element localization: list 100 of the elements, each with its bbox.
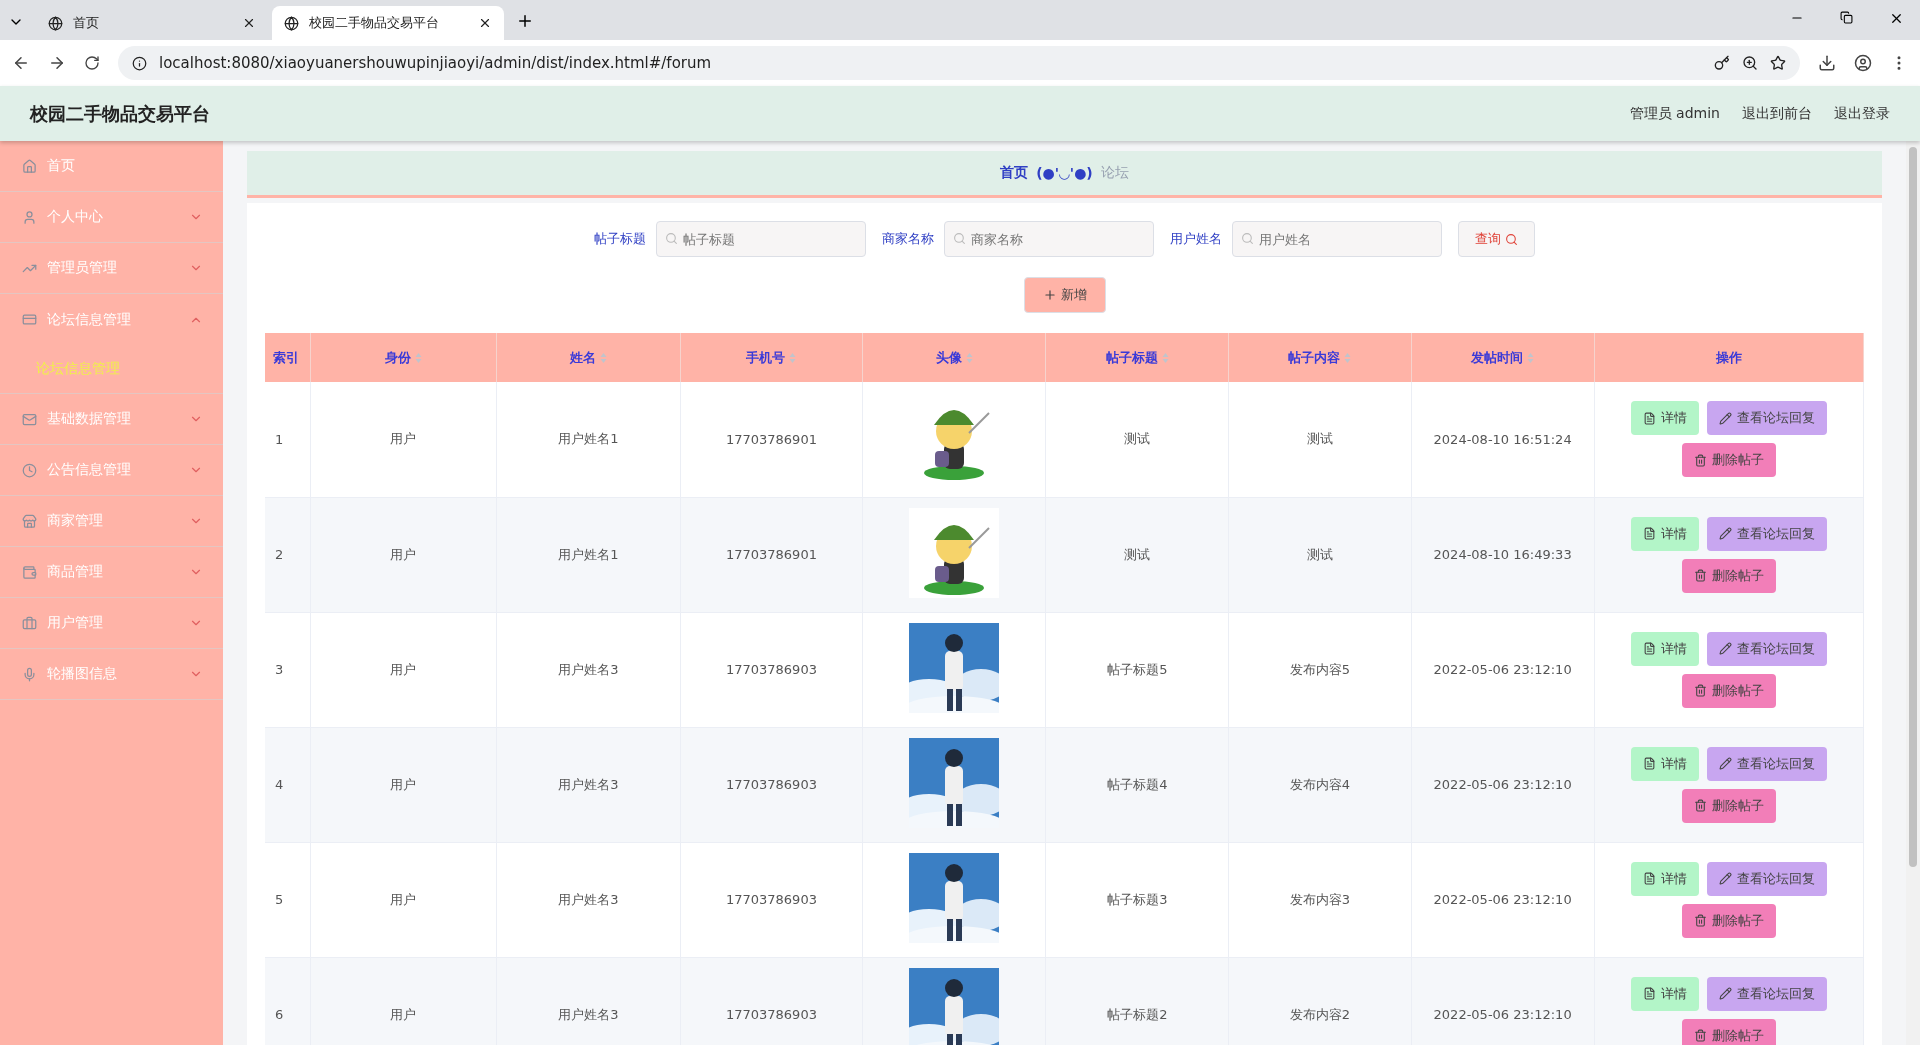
pencil-icon [1718,872,1732,885]
action-button[interactable]: 删除帖子 [1681,558,1776,593]
action-button[interactable]: 查看论坛回复 [1706,516,1827,551]
action-button[interactable]: 删除帖子 [1681,788,1776,823]
table-cell: 用户 [390,661,417,677]
forward-icon[interactable] [48,54,66,72]
mail-icon [22,411,37,427]
browser-tab[interactable]: 首页 [36,6,268,40]
document-icon [1642,987,1656,1000]
microphone-icon [22,666,37,682]
scrollbar[interactable] [1909,147,1917,867]
table-cell: 用户姓名3 [558,891,619,907]
action-button[interactable]: 查看论坛回复 [1706,631,1827,666]
pencil-icon [1718,411,1732,425]
action-button[interactable]: 查看论坛回复 [1706,861,1827,896]
restore-icon[interactable] [1840,11,1853,24]
action-button[interactable]: 查看论坛回复 [1706,976,1827,1011]
globe-icon [284,15,299,31]
breadcrumb-current: 论坛 [1100,164,1129,182]
field-label: 用户姓名 [1170,230,1222,248]
pencil-icon [1718,987,1732,1000]
column-header: 索引 [265,333,311,382]
table-cell: 用户姓名1 [558,546,619,562]
table-cell: 发布内容2 [1289,1006,1351,1022]
action-button[interactable]: 删除帖子 [1681,903,1776,938]
table-cell: 用户姓名3 [558,776,619,792]
download-icon[interactable] [1818,54,1836,72]
table-cell: 用户 [390,431,417,447]
table-cell: 17703786901 [725,431,817,447]
add-button[interactable]: 新增 [1023,277,1106,313]
action-button[interactable]: 详情 [1630,861,1699,896]
table-cell: 5 [275,892,284,907]
table-cell: 用户 [390,891,417,907]
trash-icon [1693,684,1707,697]
document-icon [1642,642,1656,655]
field-label: 帖子标题 [594,230,646,248]
breadcrumb-link[interactable]: 首页 [1000,164,1029,182]
action-button[interactable]: 详情 [1630,516,1699,551]
table-cell: 发布内容4 [1289,776,1351,792]
key-icon[interactable] [1714,55,1730,71]
zoom-icon[interactable] [1742,55,1758,71]
table-cell: 17703786903 [725,892,817,907]
search-field[interactable]: 帖子标题 [656,221,866,257]
action-button[interactable]: 删除帖子 [1681,1018,1776,1045]
close-icon[interactable] [1889,11,1904,26]
header-link[interactable]: 退出到前台 [1742,104,1812,123]
store-icon [22,513,37,529]
action-button[interactable]: 删除帖子 [1681,443,1776,478]
reload-icon[interactable] [84,55,100,71]
globe-icon [48,15,63,31]
star-icon[interactable] [1770,55,1786,71]
table-cell: 2022-05-06 23:12:10 [1433,1007,1572,1022]
table-cell: 测试 [1306,546,1333,562]
column-header[interactable]: 姓名 [496,333,681,382]
browser-tab[interactable]: 校园二手物品交易平台 [272,6,504,40]
action-button[interactable]: 详情 [1630,631,1699,666]
column-header[interactable]: 头像 [862,333,1046,382]
column-header[interactable]: 帖子标题 [1045,333,1229,382]
table-cell: 帖子标题2 [1107,1006,1168,1022]
table-cell: 2022-05-06 23:12:10 [1433,777,1572,792]
plus-icon [1042,288,1057,302]
search-icon [953,232,966,245]
close-icon[interactable] [478,16,492,30]
action-button[interactable]: 删除帖子 [1681,673,1776,708]
pencil-icon [1718,527,1732,540]
search-field[interactable]: 商家名称 [944,221,1154,257]
column-header[interactable]: 发帖时间 [1411,333,1595,382]
pencil-icon [1718,757,1732,770]
trash-icon [1693,799,1707,812]
action-button[interactable]: 详情 [1630,401,1699,436]
table-cell: 2024-08-10 16:51:24 [1433,431,1572,447]
pencil-icon [1718,642,1732,655]
search-field[interactable]: 用户姓名 [1232,221,1442,257]
new-tab-icon[interactable] [516,12,534,30]
table-cell: 2022-05-06 23:12:10 [1433,662,1572,677]
table-cell: 发布内容5 [1289,661,1351,677]
table-cell: 4 [275,777,284,792]
action-button[interactable]: 详情 [1630,976,1699,1011]
column-header: 操作 [1594,333,1864,382]
column-header[interactable]: 身份 [310,333,497,382]
close-icon[interactable] [242,16,256,30]
back-icon[interactable] [12,54,30,72]
column-header[interactable]: 手机号 [680,333,863,382]
profile-icon[interactable] [1854,54,1872,72]
table-cell: 帖子标题5 [1107,661,1168,677]
table-cell: 测试 [1124,546,1151,562]
table-cell: 用户 [390,776,417,792]
table-cell: 17703786901 [725,547,817,562]
action-button[interactable]: 详情 [1630,746,1699,781]
table-cell: 6 [275,1007,284,1022]
table-cell: 17703786903 [725,662,817,677]
info-icon[interactable] [132,55,147,71]
action-button[interactable]: 查看论坛回复 [1706,746,1827,781]
trash-icon [1693,1029,1707,1042]
address-field[interactable]: localhost:8080/xiaoyuanershouwupinjiaoyi/admin/dist/index.html#/forum [118,46,1800,80]
action-button[interactable]: 查看论坛回复 [1706,401,1827,436]
query-button[interactable]: 查询 [1458,221,1535,257]
card-icon [22,312,37,327]
column-header[interactable]: 帖子内容 [1228,333,1412,382]
header-link[interactable]: 退出登录 [1834,104,1890,123]
